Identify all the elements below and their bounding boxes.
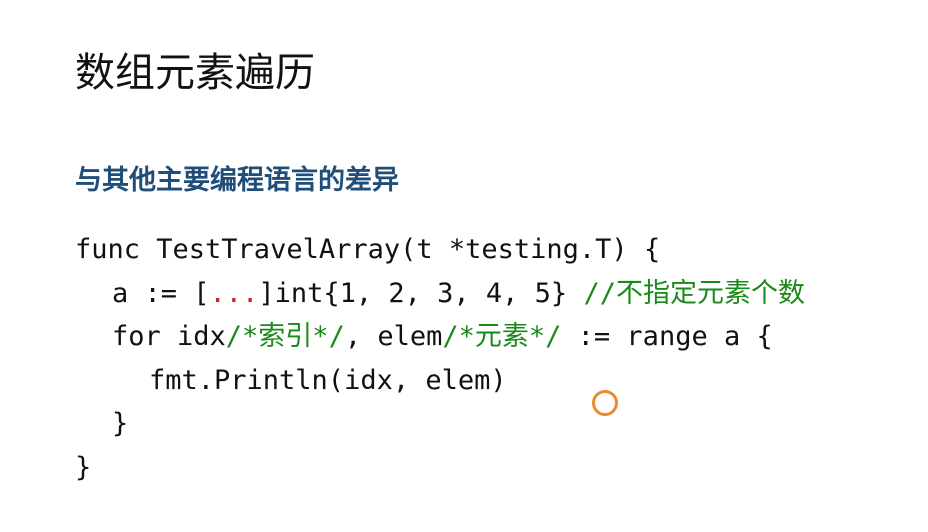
code-line-1: func TestTravelArray(t *testing.T) { (75, 228, 805, 272)
code-array-decl-start: a := [ (112, 277, 210, 309)
code-line-3: for idx/*索引*/, elem/*元素*/ := range a { (75, 315, 805, 359)
code-line-6: } (75, 446, 805, 490)
code-array-decl-end: ]int{1, 2, 3, 4, 5} (258, 277, 584, 309)
code-comment-index: /*索引*/ (225, 321, 345, 352)
code-line-4: fmt.Println(idx, elem) (75, 359, 805, 403)
slide-subtitle: 与其他主要编程语言的差异 (75, 165, 399, 196)
code-func-signature: func TestTravelArray(t *testing.T) { (75, 234, 661, 265)
code-for-idx: for idx (112, 321, 226, 352)
code-close-func: } (75, 451, 92, 483)
slide-title: 数组元素遍历 (75, 50, 315, 96)
code-range: := range a { (561, 321, 773, 352)
code-println: fmt.Println(idx, elem) (149, 364, 507, 396)
code-comment-unspecified-length: //不指定元素个数 (583, 277, 805, 309)
mouse-pointer-indicator (592, 390, 618, 416)
code-line-2: a := [...]int{1, 2, 3, 4, 5} //不指定元素个数 (75, 272, 805, 316)
slide: 数组元素遍历 与其他主要编程语言的差异 func TestTravelArray… (0, 0, 928, 532)
code-line-5: } (75, 402, 805, 446)
code-elem: , elem (344, 321, 443, 352)
code-block: func TestTravelArray(t *testing.T) { a :… (75, 228, 805, 489)
code-comment-element: /*元素*/ (442, 321, 562, 352)
code-close-for: } (112, 408, 129, 439)
code-array-ellipsis: ... (209, 277, 259, 309)
